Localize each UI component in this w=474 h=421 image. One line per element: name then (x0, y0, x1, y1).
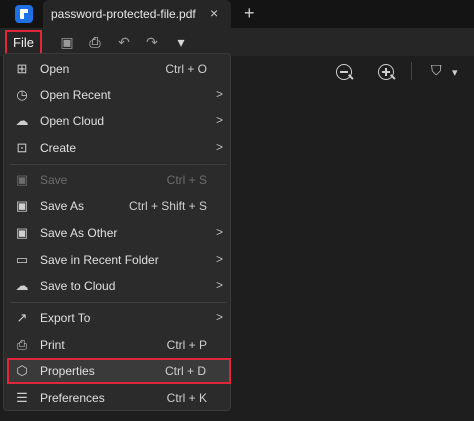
chevron-down-icon[interactable]: ▾ (172, 33, 190, 51)
highlighter-icon[interactable]: ⛉ (431, 62, 453, 84)
menu-item-label: Open Cloud (40, 114, 105, 128)
preferences-icon: ☰ (16, 390, 28, 405)
save-as-icon: ▣ (15, 198, 29, 213)
menu-item-shortcut: Ctrl + S (166, 173, 207, 187)
create-icon: ⊡ (16, 140, 28, 155)
chevron-right-icon: > (215, 310, 223, 324)
menu-item-label: Preferences (40, 391, 105, 405)
menu-item-shortcut: Ctrl + P (166, 338, 207, 352)
menu-item-shortcut: Ctrl + D (164, 364, 206, 378)
toolbar-divider (411, 62, 412, 80)
menu-item-shortcut: Ctrl + O (165, 62, 207, 76)
menu-item-label: Export To (40, 311, 91, 325)
zoom-in-icon[interactable] (376, 62, 398, 84)
menu-item-label: Save As (40, 199, 85, 213)
chevron-right-icon: > (215, 252, 223, 266)
menu-item-label: Save to Cloud (40, 279, 116, 293)
menu-item-shortcut: Ctrl + K (166, 391, 207, 405)
menu-item-label: Properties (40, 364, 95, 378)
menu-item-save-as-other[interactable]: ▣ Save As Other > (8, 220, 229, 246)
menu-item-label: Open Recent (40, 88, 111, 102)
menu-item-label: Save As Other (40, 226, 118, 240)
properties-icon: ⬡ (16, 363, 28, 378)
menu-item-save[interactable]: ▣ Save Ctrl + S (8, 167, 229, 193)
save-icon[interactable]: ▣ (58, 33, 76, 51)
open-icon: ⊞ (16, 61, 28, 76)
print-icon[interactable]: ⎙ (86, 33, 104, 51)
menu-item-open-cloud[interactable]: ☁ Open Cloud > (8, 108, 229, 134)
chevron-right-icon: > (215, 278, 223, 292)
menu-divider (10, 302, 226, 303)
menu-item-open-recent[interactable]: ◷ Open Recent > (8, 82, 229, 108)
menu-item-label: Save (40, 173, 68, 187)
menu-item-properties[interactable]: ⬡ Properties Ctrl + D (7, 358, 231, 384)
export-icon: ↗ (16, 310, 28, 325)
save-as-other-icon: ▣ (15, 225, 29, 240)
menu-item-print[interactable]: ⎙ Print Ctrl + P (8, 332, 229, 358)
menu-item-label: Create (40, 141, 77, 155)
menu-divider (10, 164, 226, 165)
menu-item-open[interactable]: ⊞ Open Ctrl + O (8, 56, 229, 82)
menu-item-shortcut: Ctrl + Shift + S (128, 199, 207, 213)
cloud-icon: ☁ (15, 113, 29, 128)
menu-item-label: Print (40, 338, 65, 352)
cloud-upload-icon: ☁ (15, 278, 29, 293)
folder-icon: ▭ (15, 252, 29, 267)
app-logo-icon (15, 5, 33, 23)
zoom-out-icon[interactable] (334, 62, 356, 84)
menu-item-save-to-cloud[interactable]: ☁ Save to Cloud > (8, 273, 229, 299)
chevron-right-icon: > (215, 113, 223, 127)
close-tab-icon[interactable]: × (210, 5, 218, 21)
document-tab[interactable]: password-protected-file.pdf × (43, 0, 231, 28)
chevron-right-icon: > (215, 225, 223, 239)
chevron-right-icon: > (215, 140, 223, 154)
file-menu-button[interactable]: File (5, 30, 42, 55)
new-tab-icon[interactable]: + (244, 3, 255, 24)
file-menu: ⊞ Open Ctrl + O ◷ Open Recent > ☁ Open C… (3, 53, 231, 411)
menu-item-preferences[interactable]: ☰ Preferences Ctrl + K (8, 385, 229, 411)
menu-item-label: Open (40, 62, 70, 76)
save-icon: ▣ (15, 172, 29, 187)
menu-item-create[interactable]: ⊡ Create > (8, 135, 229, 161)
redo-icon[interactable]: ↷ (143, 33, 161, 51)
chevron-down-icon[interactable]: ▾ (452, 66, 474, 88)
menu-item-export-to[interactable]: ↗ Export To > (8, 305, 229, 331)
tab-bar: password-protected-file.pdf × + (0, 0, 474, 28)
tab-title: password-protected-file.pdf (51, 7, 196, 21)
clock-icon: ◷ (16, 87, 28, 102)
chevron-right-icon: > (215, 87, 223, 101)
menu-item-label: Save in Recent Folder (40, 253, 159, 267)
print-icon: ⎙ (16, 337, 28, 352)
menu-item-save-in-recent-folder[interactable]: ▭ Save in Recent Folder > (8, 247, 229, 273)
undo-icon[interactable]: ↶ (115, 33, 133, 51)
menu-item-save-as[interactable]: ▣ Save As Ctrl + Shift + S (8, 193, 229, 219)
